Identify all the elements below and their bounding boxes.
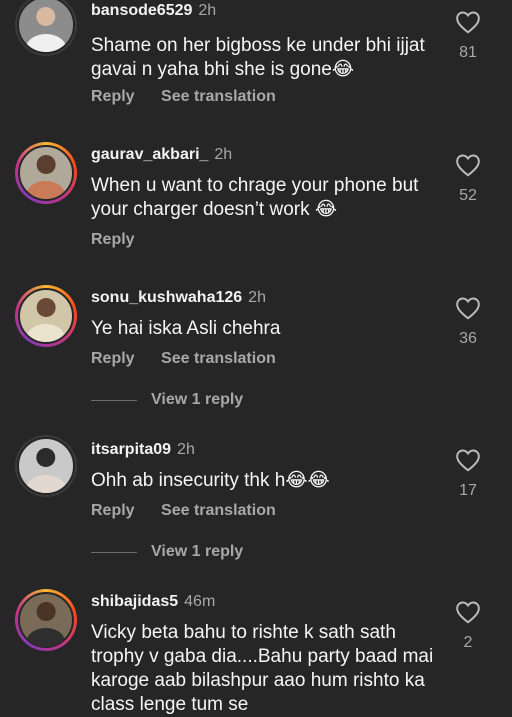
comment-item: sonu_kushwaha126 2h Ye hai iska Asli cheh… — [0, 283, 512, 423]
comment-actions: Reply See translation — [91, 502, 298, 520]
view-replies-label[interactable]: View 1 reply — [151, 391, 243, 409]
comment-time: 2h — [177, 441, 195, 458]
divider — [91, 399, 137, 401]
heart-outline-icon[interactable] — [455, 600, 481, 624]
comment-item: gaurav_akbari_ 2h When u want to chrage y… — [0, 140, 512, 260]
like-button[interactable]: 17 — [450, 448, 486, 500]
divider — [91, 551, 137, 553]
comment-username[interactable]: bansode6529 2h — [91, 2, 216, 20]
see-translation-button[interactable]: See translation — [161, 350, 276, 367]
comment-actions: Reply See translation — [91, 88, 298, 106]
view-replies-button[interactable]: View 1 reply — [91, 391, 243, 409]
comment-text: Ye hai iska Asli chehra — [91, 318, 281, 339]
username-text[interactable]: itsarpita09 — [91, 441, 171, 458]
heart-outline-icon[interactable] — [455, 153, 481, 177]
comment-text: When u want to chrage your phone but you… — [91, 175, 419, 220]
like-button[interactable]: 36 — [450, 296, 486, 348]
comment-text: Ohh ab insecurity thk h😂😂 — [91, 470, 330, 491]
username-text[interactable]: bansode6529 — [91, 2, 192, 19]
see-translation-button[interactable]: See translation — [161, 502, 276, 519]
like-button[interactable]: 2 — [450, 600, 486, 652]
see-translation-button[interactable]: See translation — [161, 88, 276, 105]
comment-item: shibajidas5 46m Vicky beta bahu to rishte… — [0, 587, 512, 716]
like-button[interactable]: 52 — [450, 153, 486, 205]
heart-outline-icon[interactable] — [455, 296, 481, 320]
comment-time: 2h — [198, 2, 217, 19]
like-count: 2 — [463, 634, 473, 651]
comment-actions: Reply — [91, 231, 157, 249]
avatar[interactable] — [15, 435, 77, 497]
comment-username[interactable]: sonu_kushwaha126 2h — [91, 289, 266, 307]
reply-button[interactable]: Reply — [91, 502, 135, 519]
comment-username[interactable]: itsarpita09 2h — [91, 441, 195, 459]
comment-text: Shame on her bigboss ke under bhi ijjat … — [91, 35, 425, 80]
comment-item: bansode6529 2h Shame on her bigboss ke un… — [0, 0, 512, 130]
avatar[interactable] — [15, 142, 77, 204]
view-replies-button[interactable]: View 1 reply — [91, 543, 243, 561]
reply-button[interactable]: Reply — [91, 231, 135, 248]
comment-time: 2h — [248, 289, 266, 306]
like-count: 36 — [459, 330, 477, 347]
username-text[interactable]: shibajidas5 — [91, 593, 178, 610]
like-button[interactable]: 81 — [450, 10, 486, 62]
comment-username[interactable]: shibajidas5 46m — [91, 593, 215, 611]
avatar[interactable] — [15, 285, 77, 347]
comment-actions: Reply See translation — [91, 350, 298, 368]
heart-outline-icon[interactable] — [455, 10, 481, 34]
reply-button[interactable]: Reply — [91, 350, 135, 367]
view-replies-label[interactable]: View 1 reply — [151, 543, 243, 561]
avatar[interactable] — [15, 589, 77, 651]
like-count: 52 — [459, 187, 477, 204]
username-text[interactable]: sonu_kushwaha126 — [91, 289, 242, 306]
avatar[interactable] — [15, 0, 77, 56]
comment-username[interactable]: gaurav_akbari_ 2h — [91, 146, 232, 164]
comment-text: Vicky beta bahu to rishte k sath sath tr… — [91, 622, 434, 715]
comment-time: 46m — [184, 593, 216, 610]
reply-button[interactable]: Reply — [91, 88, 135, 105]
like-count: 81 — [459, 44, 477, 61]
username-text[interactable]: gaurav_akbari_ — [91, 146, 208, 163]
like-count: 17 — [459, 482, 477, 499]
heart-outline-icon[interactable] — [455, 448, 481, 472]
comment-time: 2h — [214, 146, 233, 163]
comment-item: itsarpita09 2h Ohh ab insecurity thk h😂😂 … — [0, 435, 512, 570]
